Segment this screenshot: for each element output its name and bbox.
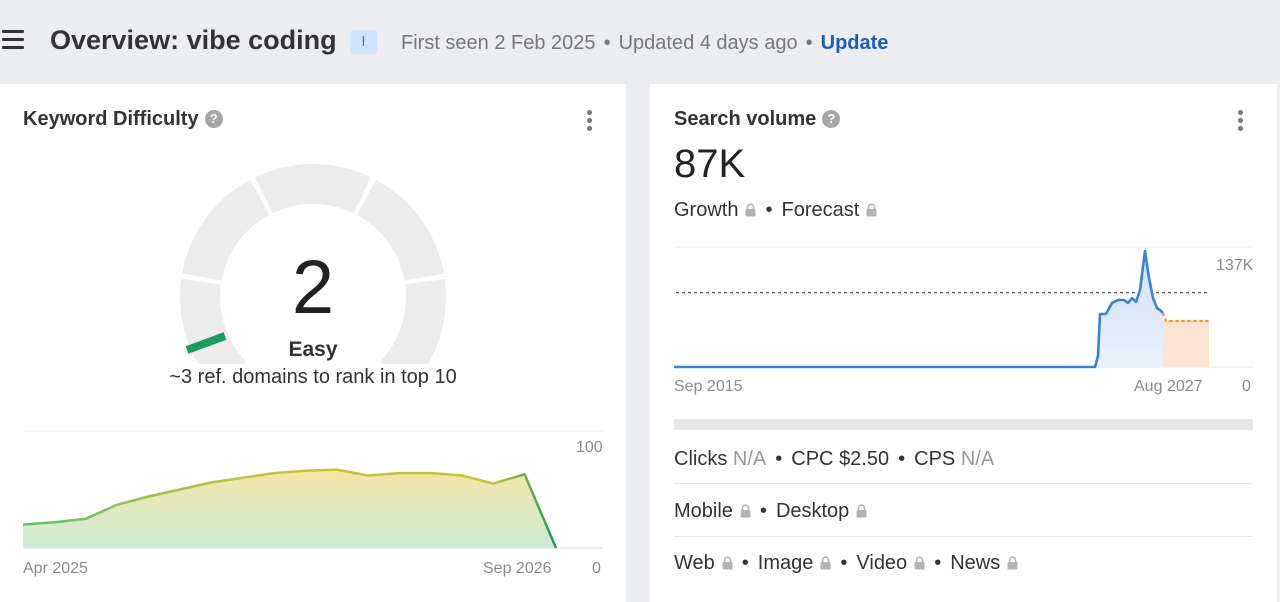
locked-bar xyxy=(674,419,1253,430)
lock-icon xyxy=(1007,556,1018,570)
video-label: Video xyxy=(856,552,908,574)
search-volume-title-text: Search volume xyxy=(674,108,817,130)
history-line xyxy=(674,249,1164,369)
cps-label: CPS xyxy=(914,448,956,470)
divider xyxy=(674,483,1253,484)
help-icon[interactable]: ? xyxy=(822,110,841,128)
sv-y-max-label: 137K xyxy=(1216,257,1254,274)
keyword-difficulty-title: Keyword Difficulty? xyxy=(23,108,223,131)
first-seen-text: First seen 2 Feb 2025 xyxy=(401,32,596,54)
more-options-icon[interactable] xyxy=(584,110,594,134)
news-label: News xyxy=(950,552,1001,574)
page-title: Overview: vibe coding xyxy=(50,25,337,55)
lock-icon xyxy=(820,556,831,570)
top-bar: Overview: vibe coding I First seen 2 Feb… xyxy=(0,0,1280,84)
divider xyxy=(674,536,1253,537)
source-row: Web • Image • Video • News xyxy=(674,552,1018,575)
cpc-value: $2.50 xyxy=(839,448,890,470)
cps-value: N/A xyxy=(960,448,995,470)
search-volume-value: 87K xyxy=(674,142,746,186)
web-label: Web xyxy=(674,552,715,574)
desktop-label: Desktop xyxy=(775,500,850,522)
difficulty-area xyxy=(23,469,556,548)
growth-label: Growth xyxy=(674,199,739,221)
difficulty-label: Easy xyxy=(288,338,338,361)
history-area xyxy=(674,251,1163,367)
kd-x-end-label: Sep 2026 xyxy=(483,560,552,577)
lock-icon xyxy=(722,556,733,570)
device-row: Mobile • Desktop xyxy=(674,500,867,523)
forecast-line xyxy=(1161,312,1209,323)
sv-x-start-label: Sep 2015 xyxy=(674,378,743,395)
image-label: Image xyxy=(757,552,814,574)
kd-y-max-label: 100 xyxy=(576,439,603,456)
updated-text: Updated 4 days ago xyxy=(618,32,798,54)
clicks-label: Clicks xyxy=(674,448,728,470)
growth-forecast-row: Growth • Forecast xyxy=(674,199,877,222)
difficulty-history-chart xyxy=(23,430,603,549)
clicks-value: N/A xyxy=(732,448,767,470)
keyword-difficulty-title-text: Keyword Difficulty xyxy=(23,108,199,130)
search-volume-title: Search volume? xyxy=(674,108,841,131)
lock-icon xyxy=(914,556,925,570)
forecast-label: Forecast xyxy=(781,199,860,221)
search-volume-card: Search volume? 87K Growth • Forecast 137K … xyxy=(650,84,1277,602)
difficulty-score: 2 xyxy=(291,245,335,330)
hamburger-menu-icon[interactable] xyxy=(2,30,24,50)
clicks-cpc-cps-row: Clicks N/A • CPC $2.50 • CPS N/A xyxy=(674,448,995,470)
mobile-label: Mobile xyxy=(674,500,733,522)
update-link[interactable]: Update xyxy=(821,32,889,54)
help-icon[interactable]: ? xyxy=(204,110,223,128)
gauge-segment xyxy=(255,164,371,214)
sv-y-min-label: 0 xyxy=(1242,378,1251,395)
cpc-label: CPC xyxy=(791,448,834,470)
lock-icon xyxy=(740,504,751,518)
lock-icon xyxy=(856,504,867,518)
lock-icon xyxy=(745,203,756,217)
kd-y-min-label: 0 xyxy=(592,560,601,577)
keyword-difficulty-card: Keyword Difficulty? 2 Easy ~3 ref. domai… xyxy=(0,84,626,602)
more-options-icon[interactable] xyxy=(1235,110,1245,134)
intent-badge[interactable]: I xyxy=(350,30,377,54)
search-volume-chart xyxy=(674,246,1253,369)
difficulty-note: ~3 ref. domains to rank in top 10 xyxy=(169,366,457,388)
page-meta: First seen 2 Feb 2025 • Updated 4 days ago… xyxy=(401,32,889,54)
lock-icon xyxy=(866,203,877,217)
kd-x-start-label: Apr 2025 xyxy=(23,560,88,577)
sv-x-end-label: Aug 2027 xyxy=(1134,378,1203,395)
forecast-area xyxy=(1163,320,1209,367)
